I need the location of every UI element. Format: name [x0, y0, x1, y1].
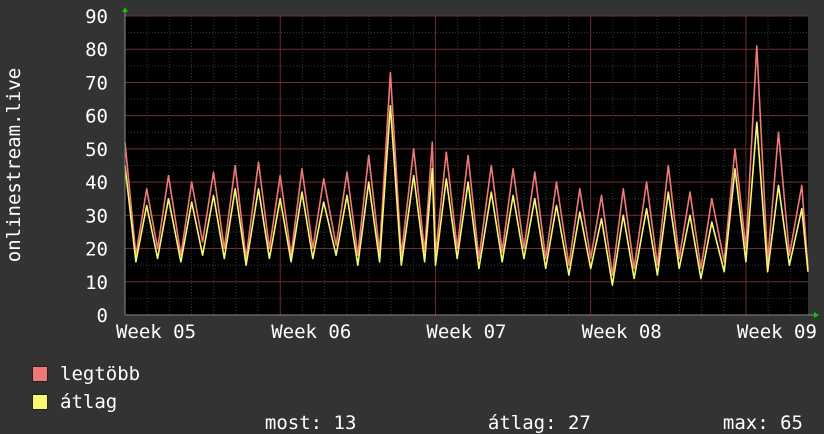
stat-atlag-label: átlag:	[487, 412, 557, 434]
stat-max-value: 65	[780, 412, 803, 434]
y-tick-label: 10	[85, 272, 108, 294]
x-axis-arrow	[814, 312, 819, 318]
y-tick-label: 90	[85, 6, 108, 28]
x-tick-label: Week 06	[271, 321, 351, 343]
stat-most-value: 13	[333, 412, 357, 434]
y-tick-label: 40	[85, 172, 108, 194]
stat-atlag-value: 27	[567, 412, 591, 434]
x-tick-label: Week 09	[737, 321, 817, 343]
y-tick-label: 80	[85, 39, 108, 61]
stat-max: max: 65	[700, 390, 803, 434]
y-tick-label: 0	[97, 305, 108, 327]
legend-label-legtobb: legtöbb	[60, 363, 141, 385]
legend-label-atlag: átlag	[60, 391, 118, 413]
x-tick-label: Week 08	[582, 321, 662, 343]
stat-most-label: most:	[264, 412, 323, 434]
y-tick-label: 20	[85, 239, 108, 261]
x-tick-label: Week 07	[426, 321, 506, 343]
stat-max-label: max:	[722, 412, 769, 434]
legend-item-atlag: átlag	[32, 390, 117, 414]
y-tick-label: 30	[85, 205, 108, 227]
legend-swatch-legtobb	[32, 366, 48, 382]
stat-most: most: 13	[242, 390, 357, 434]
legend-swatch-atlag	[32, 394, 48, 410]
stat-atlag: átlag: 27	[465, 390, 591, 434]
y-axis-label: onlinestream.live	[3, 68, 25, 262]
y-tick-label: 50	[85, 139, 108, 161]
y-axis-arrow	[122, 7, 128, 12]
x-tick-label: Week 05	[116, 321, 196, 343]
legend-item-legtobb: legtöbb	[32, 362, 140, 386]
y-tick-label: 60	[85, 106, 108, 128]
y-tick-label: 70	[85, 72, 108, 94]
